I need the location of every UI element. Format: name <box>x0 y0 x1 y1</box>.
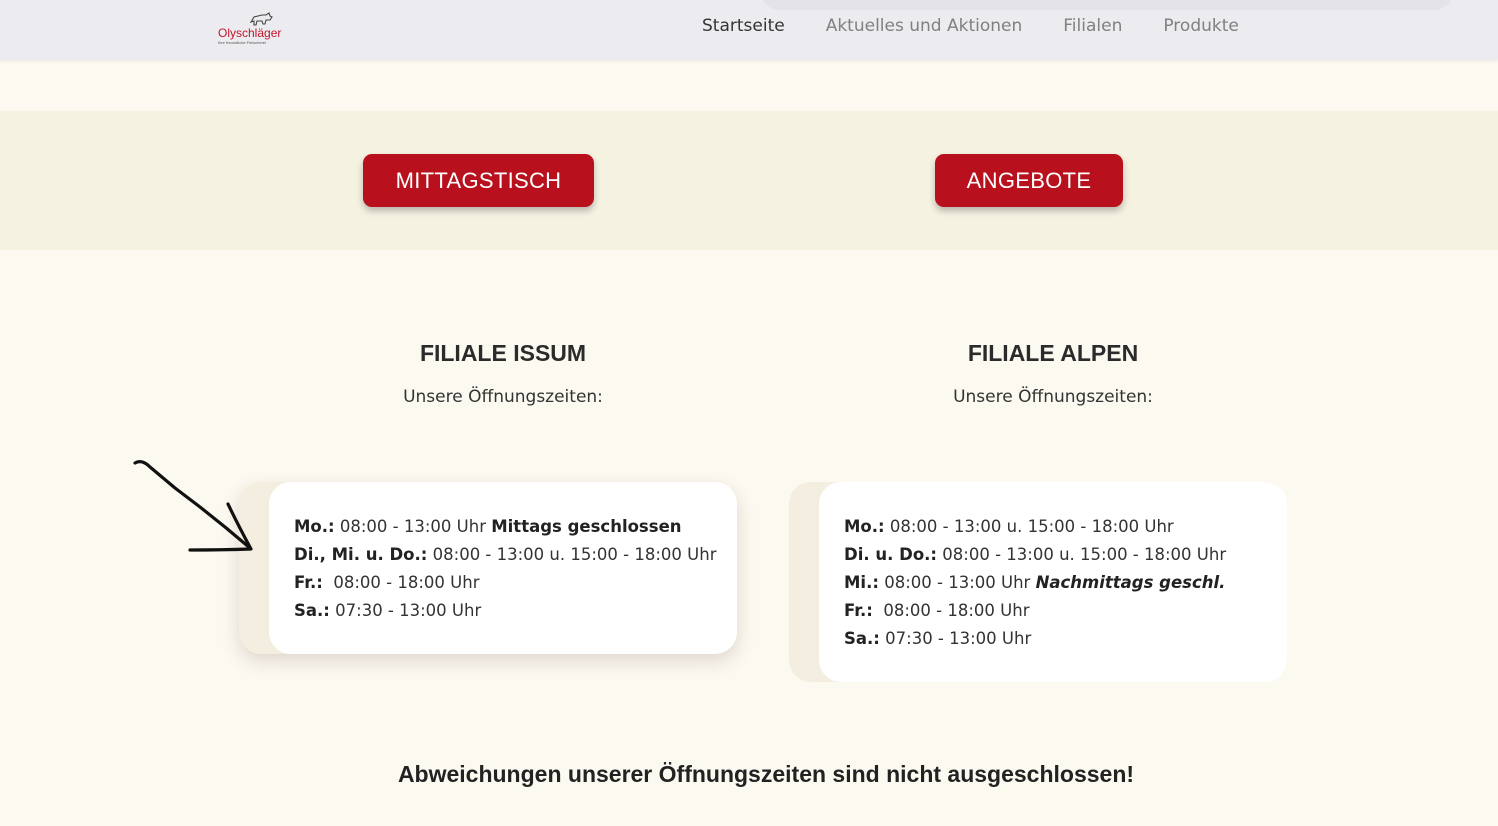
nav-filialen[interactable]: Filialen <box>1063 16 1122 36</box>
issum-row-di-mi-do: Di., Mi. u. Do.: 08:00 - 13:00 u. 15:00 … <box>294 541 737 569</box>
angebote-button[interactable]: ANGEBOTE <box>935 154 1123 207</box>
alpen-row-di-do: Di. u. Do.: 08:00 - 13:00 u. 15:00 - 18:… <box>844 541 1287 569</box>
mittagstisch-button[interactable]: MITTAGSTISCH <box>363 154 594 207</box>
day-label: Mo.: <box>844 517 885 536</box>
time-value: 08:00 - 18:00 Uhr <box>872 601 1030 620</box>
issum-hours-card: Mo.: 08:00 - 13:00 Uhr Mittags geschloss… <box>269 482 737 654</box>
day-label: Fr.: <box>844 601 873 620</box>
day-label: Sa.: <box>844 629 880 648</box>
logo-name: Olyschläger <box>218 26 282 40</box>
site-header: Olyschläger Ihre freundliche Fleischerei… <box>0 0 1498 60</box>
day-label: Fr.: <box>294 573 323 592</box>
hours-disclaimer: Abweichungen unserer Öffnungszeiten sind… <box>397 761 1135 787</box>
day-label: Di. u. Do.: <box>844 545 938 564</box>
issum-row-sa: Sa.: 07:30 - 13:00 Uhr <box>294 597 737 625</box>
issum-subtitle: Unsere Öffnungszeiten: <box>403 387 603 407</box>
time-value: 08:00 - 13:00 u. 15:00 - 18:00 Uhr <box>427 545 717 564</box>
issum-title: FILIALE ISSUM <box>419 340 587 366</box>
time-value: 08:00 - 13:00 Uhr <box>334 517 492 536</box>
alpen-title: FILIALE ALPEN <box>967 340 1139 366</box>
main-nav: Startseite Aktuelles und Aktionen Filial… <box>702 16 1239 36</box>
nav-produkte[interactable]: Produkte <box>1163 16 1239 36</box>
logo-tagline: Ihre freundliche Fleischerei <box>218 40 267 45</box>
issum-row-mo: Mo.: 08:00 - 13:00 Uhr Mittags geschloss… <box>294 513 737 541</box>
issum-row-fr: Fr.: 08:00 - 18:00 Uhr <box>294 569 737 597</box>
alpen-row-sa: Sa.: 07:30 - 13:00 Uhr <box>844 625 1287 653</box>
closure-note: Mittags geschlossen <box>491 517 682 536</box>
alpen-row-mi: Mi.: 08:00 - 13:00 Uhr Nachmittags gesch… <box>844 569 1287 597</box>
alpen-row-fr: Fr.: 08:00 - 18:00 Uhr <box>844 597 1287 625</box>
header-decoration <box>760 0 1454 10</box>
nav-startseite[interactable]: Startseite <box>702 16 785 36</box>
nav-aktuelles[interactable]: Aktuelles und Aktionen <box>826 16 1023 36</box>
cta-band <box>0 111 1498 250</box>
time-value: 08:00 - 18:00 Uhr <box>322 573 480 592</box>
alpen-row-mo: Mo.: 08:00 - 13:00 u. 15:00 - 18:00 Uhr <box>844 513 1287 541</box>
day-label: Sa.: <box>294 601 330 620</box>
day-label: Mi.: <box>844 573 879 592</box>
logo[interactable]: Olyschläger Ihre freundliche Fleischerei <box>214 12 290 46</box>
day-label: Mo.: <box>294 517 335 536</box>
arrow-annotation-icon <box>133 460 253 552</box>
time-value: 08:00 - 13:00 Uhr <box>878 573 1036 592</box>
closure-note: Nachmittags geschl. <box>1035 573 1226 592</box>
alpen-subtitle: Unsere Öffnungszeiten: <box>953 387 1153 407</box>
day-label: Di., Mi. u. Do.: <box>294 545 428 564</box>
time-value: 07:30 - 13:00 Uhr <box>879 629 1032 648</box>
time-value: 08:00 - 13:00 u. 15:00 - 18:00 Uhr <box>937 545 1227 564</box>
time-value: 08:00 - 13:00 u. 15:00 - 18:00 Uhr <box>884 517 1174 536</box>
alpen-hours-card: Mo.: 08:00 - 13:00 u. 15:00 - 18:00 Uhr … <box>819 482 1287 682</box>
time-value: 07:30 - 13:00 Uhr <box>329 601 482 620</box>
